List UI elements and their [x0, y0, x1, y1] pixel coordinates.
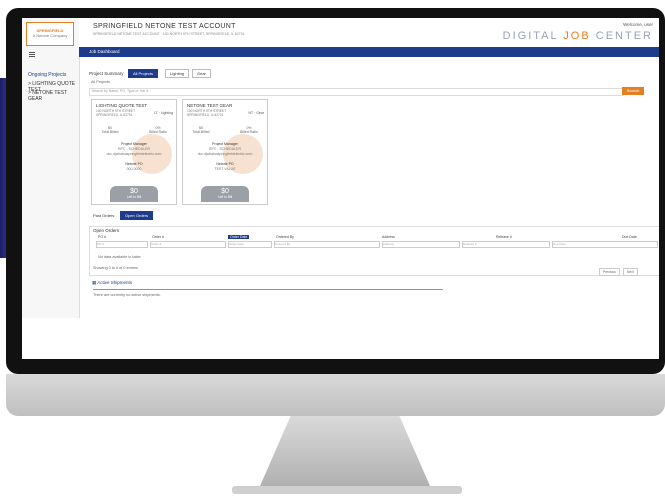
card-address: 100 NORTH 9TH STREET SPRINGFIELD, IL 627… — [187, 109, 227, 117]
tab-all-projects[interactable]: All Projects — [128, 69, 159, 78]
card-type-tag: LT · Lighting — [153, 111, 173, 115]
left-to-bill-box[interactable]: $0 Left to Bill — [201, 186, 249, 202]
filter-order[interactable]: Order # — [150, 241, 226, 248]
nav-job-dashboard[interactable]: Job Dashboard — [89, 49, 120, 54]
col-order[interactable]: Order # — [152, 235, 164, 239]
search-input[interactable]: Search by Name, PO, Type or Job #... — [89, 88, 623, 96]
brand-right: CENTER — [595, 30, 653, 42]
project-manager-name: RPC - SCHEDULER — [208, 147, 242, 151]
tab-open-orders[interactable]: Open Orders — [120, 211, 154, 220]
search-button[interactable]: Search — [622, 87, 644, 95]
filter-release[interactable]: Release # — [462, 241, 550, 248]
po-label: Netone PO — [125, 162, 143, 166]
project-manager-email[interactable]: dcc.djwhatsaspringfieldelectric.com — [183, 152, 267, 156]
showing-entries-text: Showing 0 to 0 of 0 entries — [93, 266, 138, 270]
welcome-text[interactable]: Welcome, user — [623, 22, 653, 27]
col-due-date[interactable]: Due Date — [622, 235, 637, 239]
left-to-bill-label: Left to Bill — [217, 195, 233, 199]
pagination-previous-button[interactable]: Previous — [599, 268, 620, 276]
project-manager-label: Project Manager — [212, 142, 238, 146]
monitor-base — [232, 486, 462, 494]
stat-label: Total Billed — [192, 130, 210, 134]
project-summary-label: Project Summary — [89, 71, 124, 76]
project-card-gear[interactable]: NETONE TEST GEAR 100 NORTH 9TH STREET SP… — [182, 99, 268, 205]
stat-label: Total Billed — [101, 130, 119, 134]
active-shipments-title: ▦ Active Shipments — [92, 280, 132, 286]
left-to-bill-amount: $0 — [221, 188, 229, 195]
shipments-divider — [93, 289, 443, 290]
col-po[interactable]: PO # — [98, 235, 106, 239]
brand-mid: JOB — [563, 30, 591, 42]
account-title: SPRINGFIELD NETONE TEST ACCOUNT — [93, 23, 236, 30]
digital-job-center-title: DIGITAL JOB CENTER — [503, 30, 653, 42]
project-manager-label: Project Manager — [121, 142, 147, 146]
monitor-chin — [6, 374, 665, 416]
filter-order-date[interactable]: Order Date — [228, 241, 272, 248]
open-orders-table: Open Orders PO # Order # Order Date Orde… — [89, 226, 659, 276]
pagination-next-button[interactable]: Next — [623, 268, 638, 276]
left-to-bill-amount: $0 — [130, 188, 138, 195]
truck-icon: ▦ — [92, 280, 97, 285]
hamburger-icon[interactable] — [29, 51, 35, 58]
filter-po[interactable]: PO # — [96, 241, 148, 248]
filter-label: All Projects — [91, 80, 110, 84]
po-value: TEST VALUE — [214, 167, 236, 171]
project-card-lighting[interactable]: LIGHTING QUOTE TEST 100 NORTH 9TH STREET… — [91, 99, 177, 205]
search-button-label: Search — [626, 88, 640, 93]
project-manager-name: RPC - SCHEDULER — [117, 147, 151, 151]
po-label: Netone PO — [216, 162, 234, 166]
sidebar: SPRINGFIELD A Netone Company Ongoing Pro… — [22, 18, 80, 318]
col-order-date[interactable]: Order Date — [228, 235, 250, 239]
filter-ordered-by[interactable]: Ordered By — [274, 241, 380, 248]
card-title: LIGHTING QUOTE TEST — [96, 103, 148, 108]
stat-total-billed: $0 Total Billed — [189, 126, 213, 134]
col-address[interactable]: Address — [382, 235, 395, 239]
tab-past-orders-label: Past Orders — [93, 213, 115, 218]
active-shipments-title-text: Active Shipments — [97, 280, 133, 285]
filter-address[interactable]: Address — [382, 241, 460, 248]
tab-lighting[interactable]: Lighting — [165, 69, 190, 78]
sidebar-heading: Ongoing Projects — [28, 72, 67, 78]
no-shipments-text: There are currently no active shipments. — [93, 293, 161, 297]
empty-table-text: No data available in table — [98, 255, 141, 259]
stat-billed-ratio: 0% Billed Ratio — [237, 126, 261, 134]
col-ordered-by[interactable]: Ordered By — [276, 235, 294, 239]
tab-open-orders-label: Open Orders — [125, 213, 149, 218]
col-release[interactable]: Release # — [496, 235, 512, 239]
tab-gear[interactable]: Gear — [192, 69, 211, 78]
screen: SPRINGFIELD A Netone Company Ongoing Pro… — [22, 18, 659, 359]
logo-subtext: A Netone Company — [32, 33, 68, 38]
card-address: 100 NORTH 9TH STREET SPRINGFIELD, IL 627… — [96, 109, 136, 117]
tab-lighting-label: Lighting — [170, 71, 185, 76]
tab-gear-label: Gear — [197, 71, 206, 76]
account-address: SPRINGFIELD NETONE TEST ACCOUNT · 100 NO… — [93, 32, 245, 36]
brand-left: DIGITAL — [502, 30, 559, 42]
project-manager-email[interactable]: dcc.djwhatsaspringfieldelectric.com — [92, 152, 176, 156]
stat-label: Billed Ratio — [240, 130, 258, 134]
card-type-tag: NT · Gear — [248, 111, 265, 115]
brand-logo[interactable]: SPRINGFIELD A Netone Company — [26, 22, 74, 46]
open-orders-title: Open Orders — [93, 228, 120, 233]
left-to-bill-box[interactable]: $0 Left to Bill — [110, 186, 158, 202]
tab-all-projects-label: All Projects — [133, 71, 154, 76]
stat-total-billed: $0 Total Billed — [98, 126, 122, 134]
po-value: 000-0000 — [126, 167, 142, 171]
left-to-bill-label: Left to Bill — [126, 195, 142, 199]
filter-due-date[interactable]: Due Date — [552, 241, 658, 248]
nav-strip: Job Dashboard — [79, 47, 659, 57]
sidebar-item-netone-test-gear[interactable]: > NETONE TEST GEAR — [28, 90, 79, 102]
header: SPRINGFIELD NETONE TEST ACCOUNT SPRINGFI… — [79, 18, 659, 48]
card-title: NETONE TEST GEAR — [187, 103, 233, 108]
stat-label: Billed Ratio — [149, 130, 167, 134]
monitor-stand — [260, 416, 430, 486]
stat-billed-ratio: 0% Billed Ratio — [146, 126, 170, 134]
tab-past-orders[interactable]: Past Orders — [89, 212, 119, 219]
